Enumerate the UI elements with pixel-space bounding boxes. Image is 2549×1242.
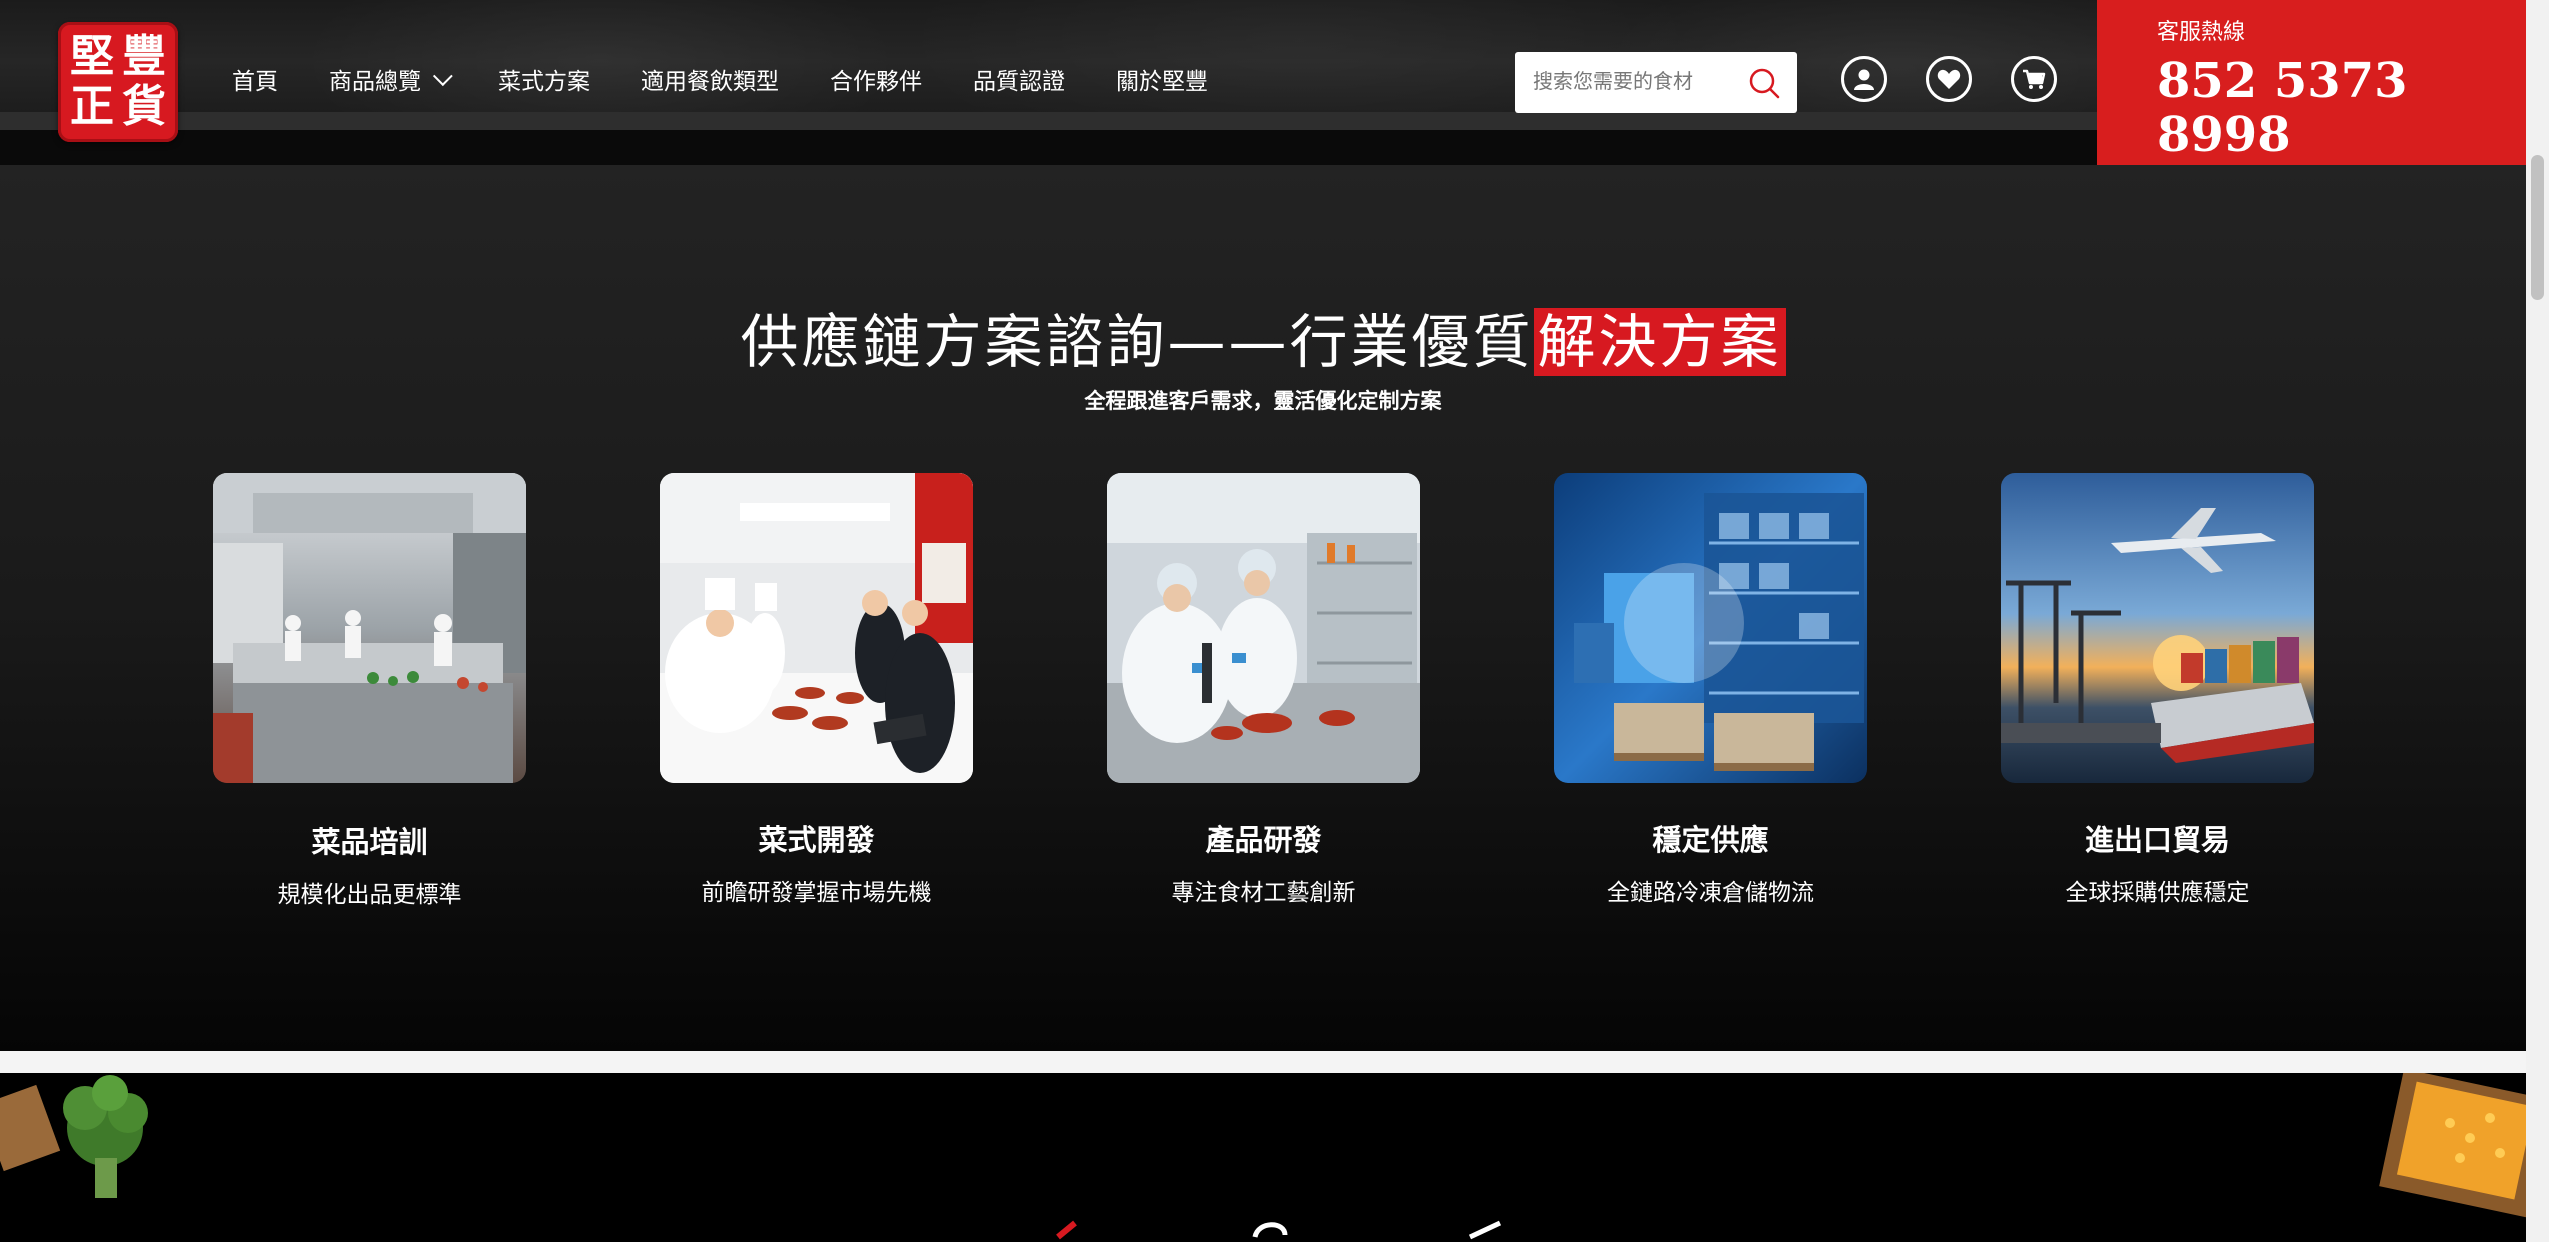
card-title: 產品研發 xyxy=(1205,823,1322,857)
main-nav: 首頁 商品總覽 菜式方案 適用餐飲類型 合作夥伴 品質認證 關於堅豐 xyxy=(232,62,1259,96)
card-subtitle: 專注食材工藝創新 xyxy=(1171,880,1356,906)
service-card-stable-supply[interactable]: 穩定供應 全鏈路冷凍倉儲物流 xyxy=(1554,473,1867,907)
section-divider xyxy=(0,1051,2526,1073)
decorative-food-graphics xyxy=(0,1073,2526,1240)
logo-char: 貨 xyxy=(122,81,166,132)
logo-char: 堅 xyxy=(70,31,114,82)
supply-chain-section: 供應鏈方案諮詢——行業優質解決方案 全程跟進客戶需求，靈活優化定制方案 菜品培訓… xyxy=(0,165,2526,1051)
card-image-port xyxy=(2001,473,2314,783)
card-title: 菜品培訓 xyxy=(311,825,428,859)
next-section xyxy=(0,1073,2526,1242)
service-card-trade[interactable]: 進出口貿易 全球採購供應穩定 xyxy=(2001,473,2314,907)
card-image-dish-tasting xyxy=(660,473,973,783)
page-scrollbar[interactable] xyxy=(2526,0,2549,1242)
service-card-product-research[interactable]: 產品研發 專注食材工藝創新 xyxy=(1107,473,1420,907)
card-subtitle: 全球採購供應穩定 xyxy=(2065,880,2250,906)
user-icon[interactable] xyxy=(1841,56,1887,102)
nav-item-about[interactable]: 關於堅豐 xyxy=(1116,62,1208,96)
nav-item-quality[interactable]: 品質認證 xyxy=(973,62,1065,96)
section-subtitle: 全程跟進客戶需求，靈活優化定制方案 xyxy=(1084,389,1442,413)
chevron-down-icon xyxy=(432,66,453,87)
card-subtitle: 規模化出品更標準 xyxy=(277,882,462,908)
search-box xyxy=(1515,52,1797,113)
card-title: 菜式開發 xyxy=(758,823,875,857)
search-icon[interactable] xyxy=(1747,66,1781,100)
nav-item-label: 商品總覽 xyxy=(329,69,421,95)
nav-item-restaurant-types[interactable]: 適用餐飲類型 xyxy=(641,62,779,96)
section-title-highlight: 解決方案 xyxy=(1533,308,1786,376)
scrollbar-thumb[interactable] xyxy=(2531,155,2544,300)
hotline-number: 852 5373 8998 xyxy=(2157,53,2408,163)
service-card-dish-development[interactable]: 菜式開發 前瞻研發掌握市場先機 xyxy=(660,473,973,907)
card-image-kitchen xyxy=(213,473,526,783)
nav-item-products[interactable]: 商品總覽 xyxy=(329,62,453,96)
cart-icon[interactable] xyxy=(2011,56,2057,102)
section-title: 供應鏈方案諮詢——行業優質解決方案 xyxy=(0,295,2526,379)
service-card-training[interactable]: 菜品培訓 規模化出品更標準 xyxy=(213,473,526,909)
card-title: 進出口貿易 xyxy=(2084,823,2230,857)
nav-item-partners[interactable]: 合作夥伴 xyxy=(830,62,922,96)
nav-item-home[interactable]: 首頁 xyxy=(232,62,278,96)
search-input[interactable] xyxy=(1533,71,1748,94)
card-subtitle: 前瞻研發掌握市場先機 xyxy=(701,880,932,906)
hotline-label: 客服熱線 xyxy=(2157,20,2246,45)
card-image-warehouse xyxy=(1554,473,1867,783)
hotline-panel[interactable]: 客服熱線 852 5373 8998 xyxy=(2097,0,2549,165)
card-image-lab xyxy=(1107,473,1420,783)
card-title: 穩定供應 xyxy=(1652,823,1769,857)
brand-logo[interactable]: 堅 豐 正 貨 xyxy=(58,22,178,142)
section-title-main: 供應鏈方案諮詢——行業優質 xyxy=(740,308,1534,376)
nav-item-dishes[interactable]: 菜式方案 xyxy=(498,62,590,96)
card-subtitle: 全鏈路冷凍倉儲物流 xyxy=(1607,880,1814,906)
logo-char: 豐 xyxy=(122,31,166,82)
logo-char: 正 xyxy=(70,81,114,132)
heart-icon[interactable] xyxy=(1926,56,1972,102)
